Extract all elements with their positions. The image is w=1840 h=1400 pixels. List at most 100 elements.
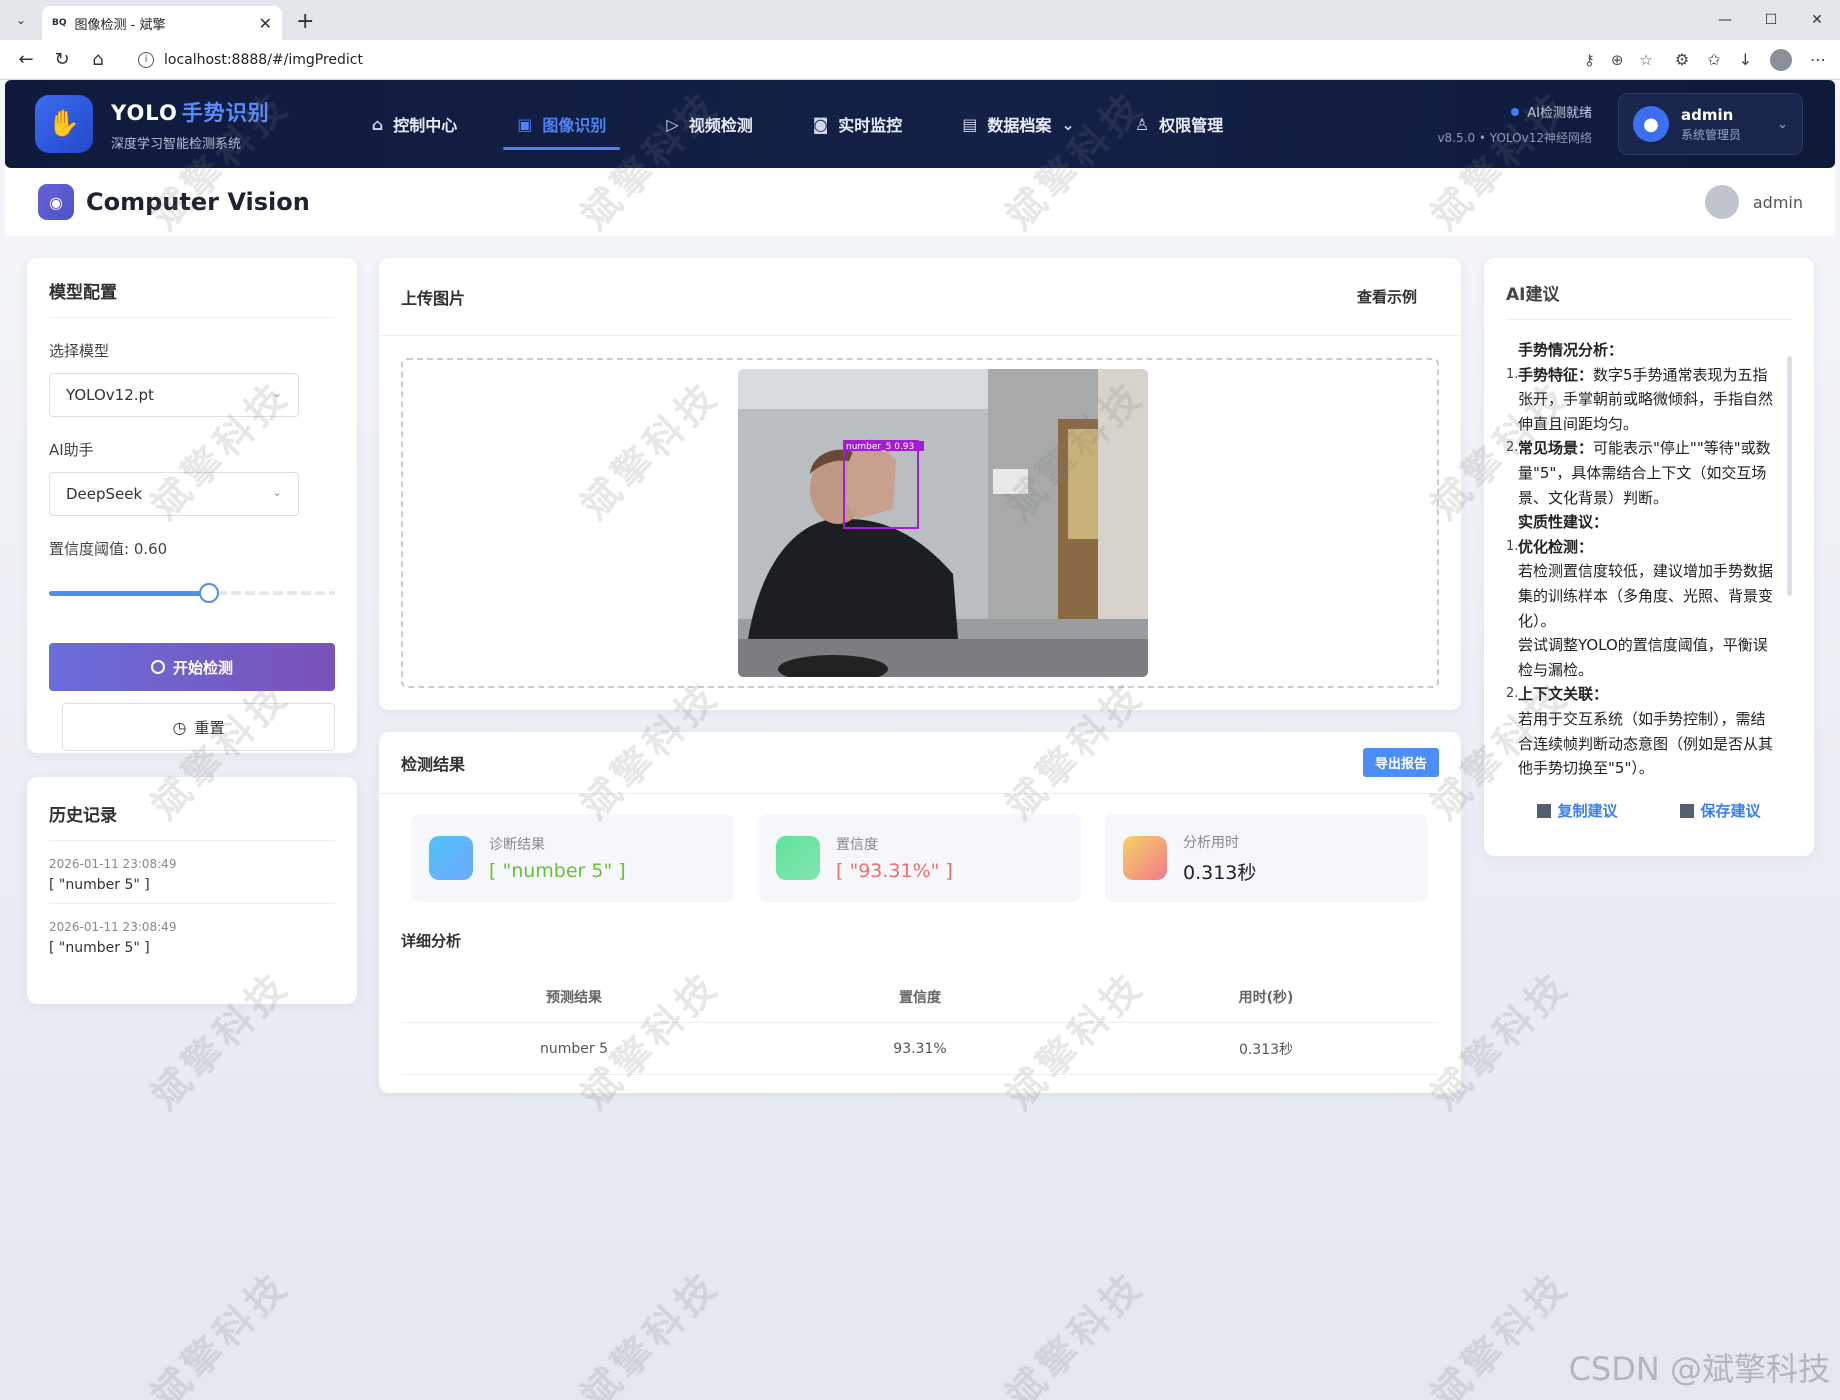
upload-drop-zone[interactable]: number_5 0.93 [401,358,1439,688]
history-item[interactable]: 2026-01-11 23:08:49 [ "number 5" ] [49,904,335,966]
address-bar: ← ↻ ⌂ i localhost:8888/#/imgPredict ⚷ ⊕ … [0,40,1840,80]
menu-item-permissions[interactable]: ♙ 权限管理 [1105,80,1253,168]
ai-line-heading: 手势情况分析： [1518,341,1624,359]
upload-title: 上传图片 [401,288,466,308]
model-select[interactable]: YOLOv12.pt ⌄ [49,373,299,417]
target-icon [150,660,165,674]
brand: YOLO 手势识别 深度学习智能检测系统 [111,97,270,152]
watermark-text: 斌擎科技 [572,1262,729,1400]
history-time: 2026-01-11 23:08:49 [49,857,177,871]
ai-line-text: 若用于交互系统（如手势控制），需结合连续帧判断动态意图（例如是否从其他手势切换至… [1518,709,1774,778]
download-icon[interactable]: ↓ [1739,50,1752,69]
copy-suggestion-button[interactable]: 复制建议 [1537,800,1618,821]
chevron-down-icon: ⌄ [271,485,282,499]
threshold-slider[interactable] [49,583,335,603]
history-card: 历史记录 2026-01-11 23:08:49 [ "number 5" ] … [27,777,357,1004]
reset-button[interactable]: ◷ 重置 [62,703,335,751]
url-field[interactable]: i localhost:8888/#/imgPredict ⚷ ⊕ ☆ [126,44,1665,75]
menu-item-data-archive[interactable]: ▤ 数据档案 ⌄ [932,80,1105,168]
menu-label: 控制中心 [393,116,458,135]
ai-status: AI检测就绪 [1437,102,1592,121]
slider-fill [49,591,210,596]
slider-thumb[interactable] [199,583,220,603]
ai-scrollbar[interactable] [1787,356,1792,596]
ai-line-number: 2. [1506,686,1519,702]
results-header: 检测结果 导出报告 [379,732,1461,794]
close-window-icon[interactable]: ✕ [1794,0,1840,40]
model-config-title: 模型配置 [49,278,335,318]
menu-item-video-detection[interactable]: ▷ 视频检测 [636,80,782,168]
version-text: v8.5.0 • YOLOv12神经网络 [1437,131,1592,145]
new-tab-icon[interactable]: + [296,9,314,34]
favorite-star-icon[interactable]: ☆ [1639,51,1652,69]
more-menu-icon[interactable]: ⋯ [1810,50,1826,69]
stat-body: 置信度 [ "93.31%" ] [836,834,953,882]
footer-watermark: CSDN @斌擎科技 [1568,1350,1830,1388]
export-report-button[interactable]: 导出报告 [1362,748,1439,777]
reload-icon[interactable]: ↻ [44,44,80,76]
ai-line-heading: 上下文关联： [1518,685,1609,704]
user-menu[interactable]: ● admin 系统管理员 ⌄ [1618,93,1803,155]
user-info: admin 系统管理员 [1681,106,1777,143]
diagnosis-icon [429,836,473,880]
start-detection-button[interactable]: 开始检测 [49,643,335,691]
minimize-icon[interactable]: — [1702,0,1748,40]
ai-assistant-value: DeepSeek [66,485,143,503]
brand-prefix: YOLO [111,100,178,125]
table-header-row: 预测结果 置信度 用时(秒) [401,971,1439,1023]
user-avatar-icon: ● [1633,106,1669,142]
hand-logo-icon: ✋ [35,95,93,153]
ai-assistant-select[interactable]: DeepSeek ⌄ [49,472,299,516]
model-select-value: YOLOv12.pt [66,386,154,404]
image-icon: ▣ [517,114,533,134]
column-header: 置信度 [899,989,941,1006]
extensions-icon[interactable]: ⚙ [1675,50,1689,69]
sub-header: ◉ Computer Vision admin [5,168,1835,236]
ai-suggestion-line: 若检测置信度较低，建议增加手势数据集的训练样本（多角度、光照、背景变化）。 [1518,559,1776,633]
save-suggestion-button[interactable]: 保存建议 [1680,800,1761,821]
zoom-icon[interactable]: ⊕ [1611,51,1624,69]
timer-icon [1123,836,1167,880]
history-item[interactable]: 2026-01-11 23:08:49 [ "number 5" ] [49,841,335,904]
tab-list-chevron-icon[interactable]: ⌄ [6,5,36,35]
ai-suggestion-line: 2. 常见场景：可能表示"停止""等待"或数量"5"，具体需结合上下文（如交互场景… [1506,436,1776,510]
copy-icon [1537,803,1552,818]
table-cell: number 5 [540,1040,608,1057]
site-info-icon[interactable]: i [138,51,154,68]
stat-time: 分析用时 0.313秒 [1105,814,1428,902]
chevron-down-icon: ⌄ [1061,114,1075,134]
favorites-icon[interactable]: ✩ [1707,50,1720,69]
menu-item-dashboard[interactable]: ⌂ 控制中心 [342,80,487,168]
menu-item-image-recognition[interactable]: ▣ 图像识别 [487,80,636,168]
ai-line-number: 2. [1506,440,1519,456]
ai-suggestion-title: AI建议 [1506,280,1792,320]
status-text: AI检测就绪 [1527,106,1592,121]
ai-suggestion-line: 尝试调整YOLO的置信度阈值，平衡误检与漏检。 [1518,633,1776,682]
stat-label: 分析用时 [1183,834,1239,851]
close-tab-icon[interactable]: ✕ [259,14,272,33]
home-icon: ⌂ [371,114,384,134]
view-example-button[interactable]: 查看示例 [1357,286,1417,307]
menu-item-realtime-monitor[interactable]: ◙ 实时监控 [783,80,933,168]
menu-label: 图像识别 [542,116,607,135]
maximize-icon[interactable]: ☐ [1748,0,1794,40]
ai-suggestion-line: 1. 手势特征：数字5手势通常表现为五指张开，手掌朝前或略微倾斜，手指自然伸直且间… [1506,363,1776,437]
browser-tab[interactable]: BQ 图像检测 - 斌擎 ✕ [42,6,282,40]
watermark-text: 斌擎科技 [1422,1262,1579,1400]
ai-line-heading: 手势特征： [1518,365,1594,384]
ai-suggestion-line: 1. 优化检测： [1506,535,1776,560]
ai-suggestion-line: 手势情况分析： [1518,338,1776,363]
home-browser-icon[interactable]: ⌂ [80,44,116,76]
stat-label: 置信度 [836,837,878,853]
brand-highlight: 手势识别 [181,100,270,125]
tab-title: 图像检测 - 斌擎 [74,17,166,33]
chevron-down-icon: ⌄ [271,386,282,400]
document-icon: ▤ [962,114,978,134]
key-icon[interactable]: ⚷ [1584,51,1595,69]
back-icon[interactable]: ← [8,44,44,76]
sub-header-user[interactable]: admin [1704,185,1803,219]
profile-avatar[interactable] [1770,48,1792,71]
ai-line-heading: 常见场景： [1518,439,1594,458]
detail-table: 预测结果 置信度 用时(秒) number 5 93.31% 0.313秒 [401,971,1439,1075]
stat-body: 诊断结果 [ "number 5" ] [489,834,626,882]
